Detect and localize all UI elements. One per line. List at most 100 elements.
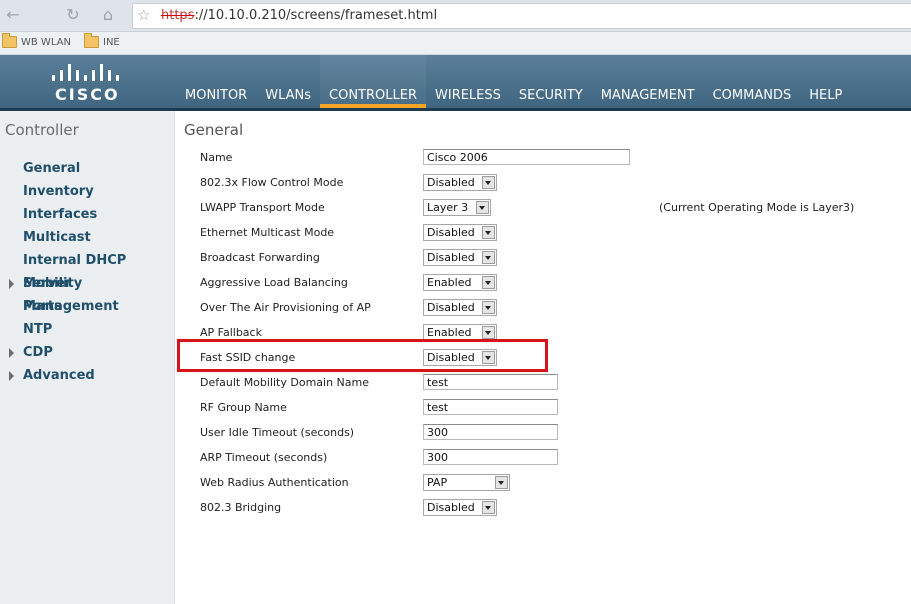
reload-icon[interactable]: ↻ (63, 5, 83, 25)
bookmark-star-icon[interactable]: ☆ (137, 6, 150, 24)
bookmark-folder-wb-wlan[interactable]: WB WLAN (2, 33, 71, 48)
aggressive-load-balancing-select[interactable]: Enabled (423, 274, 497, 291)
form-row-ethernet-multicast: Ethernet Multicast Mode Disabled (175, 221, 911, 246)
form-row-name: Name Cisco 2006 (175, 146, 911, 171)
name-input[interactable]: Cisco 2006 (423, 149, 630, 165)
default-mobility-domain-input[interactable]: test (423, 374, 558, 390)
field-label: ARP Timeout (seconds) (200, 451, 328, 464)
home-icon[interactable]: ⌂ (98, 5, 118, 25)
flow-control-select[interactable]: Disabled (423, 174, 497, 191)
form-row-ota-provisioning: Over The Air Provisioning of AP Disabled (175, 296, 911, 321)
field-label: Broadcast Forwarding (200, 251, 320, 264)
rf-group-name-input[interactable]: test (423, 399, 558, 415)
form-row-flow-control: 802.3x Flow Control Mode Disabled (175, 171, 911, 196)
ota-provisioning-select[interactable]: Disabled (423, 299, 497, 316)
dropdown-arrow-icon (482, 501, 495, 514)
form-row-user-idle-timeout: User Idle Timeout (seconds) 300 (175, 421, 911, 446)
bookmarks-bar: WB WLAN INE (0, 32, 911, 55)
field-label: 802.3x Flow Control Mode (200, 176, 344, 189)
select-value: Disabled (427, 501, 475, 514)
field-label: RF Group Name (200, 401, 287, 414)
lwapp-transport-select[interactable]: Layer 3 (423, 199, 491, 216)
form-row-arp-timeout: ARP Timeout (seconds) 300 (175, 446, 911, 471)
app-header: CISCO MONITOR WLANs CONTROLLER WIRELESS … (0, 55, 911, 111)
sidebar-item-interfaces[interactable]: Interfaces (0, 203, 174, 226)
address-bar[interactable]: ☆ https://10.10.0.210/screens/frameset.h… (132, 3, 911, 29)
cisco-logo-text: CISCO (55, 85, 120, 104)
expand-triangle-icon (9, 279, 14, 289)
field-label: 802.3 Bridging (200, 501, 282, 514)
cisco-logo: CISCO (46, 61, 122, 105)
url-path: ://10.10.0.210/screens/frameset.html (194, 8, 438, 23)
form-row-default-mobility-domain: Default Mobility Domain Name test (175, 371, 911, 396)
select-value: Enabled (427, 326, 472, 339)
sidebar-item-label: Advanced (23, 368, 95, 383)
form-row-8023-bridging: 802.3 Bridging Disabled (175, 496, 911, 521)
dropdown-arrow-icon (482, 226, 495, 239)
select-value: Disabled (427, 176, 475, 189)
form-row-broadcast-forwarding: Broadcast Forwarding Disabled (175, 246, 911, 271)
menu-commands[interactable]: COMMANDS (704, 55, 801, 108)
sidebar-item-label: NTP (23, 322, 53, 337)
select-value: Layer 3 (427, 201, 469, 214)
main-menu: MONITOR WLANs CONTROLLER WIRELESS SECURI… (176, 55, 851, 108)
field-label: AP Fallback (200, 326, 262, 339)
form-row-aggressive-load-balancing: Aggressive Load Balancing Enabled (175, 271, 911, 296)
field-label: Default Mobility Domain Name (200, 376, 370, 389)
menu-monitor[interactable]: MONITOR (176, 55, 256, 108)
menu-management[interactable]: MANAGEMENT (592, 55, 704, 108)
select-value: Disabled (427, 301, 475, 314)
select-value: Disabled (427, 226, 475, 239)
expand-triangle-icon (9, 371, 14, 381)
menu-help[interactable]: HELP (800, 55, 851, 108)
dropdown-arrow-icon (482, 301, 495, 314)
folder-icon (2, 33, 17, 48)
field-label: Aggressive Load Balancing (200, 276, 348, 289)
sidebar-item-inventory[interactable]: Inventory (0, 180, 174, 203)
field-label: Web Radius Authentication (200, 476, 349, 489)
form-row-web-radius-auth: Web Radius Authentication PAP (175, 471, 911, 496)
expand-triangle-icon (9, 348, 14, 358)
sidebar-item-ports[interactable]: Ports (0, 295, 174, 318)
url-text: https://10.10.0.210/screens/frameset.htm… (161, 8, 437, 23)
bookmark-label: WB WLAN (21, 36, 71, 48)
dropdown-arrow-icon (482, 276, 495, 289)
bridging-select[interactable]: Disabled (423, 499, 497, 516)
sidebar-item-general[interactable]: General (0, 157, 174, 180)
menu-wireless[interactable]: WIRELESS (426, 55, 510, 108)
sidebar: Controller General Inventory Interfaces … (0, 111, 175, 604)
folder-icon (84, 33, 99, 48)
form-row-rf-group-name: RF Group Name test (175, 396, 911, 421)
dropdown-arrow-icon (482, 251, 495, 264)
page-title: General (184, 121, 244, 139)
menu-security[interactable]: SECURITY (510, 55, 592, 108)
sidebar-item-label: CDP (23, 345, 53, 360)
dropdown-arrow-icon (495, 476, 508, 489)
field-label: Over The Air Provisioning of AP (200, 301, 371, 314)
menu-controller[interactable]: CONTROLLER (320, 55, 426, 108)
cisco-logo-bars-icon (50, 63, 119, 81)
web-radius-auth-select[interactable]: PAP (423, 474, 510, 491)
broadcast-forwarding-select[interactable]: Disabled (423, 249, 497, 266)
sidebar-item-multicast[interactable]: Multicast (0, 226, 174, 249)
back-arrow-icon[interactable]: ← (3, 5, 23, 25)
sidebar-title: Controller (5, 121, 79, 139)
bookmark-folder-ine[interactable]: INE (84, 33, 120, 48)
sidebar-item-internal-dhcp-server[interactable]: Internal DHCP Server (0, 249, 174, 291)
user-idle-timeout-input[interactable]: 300 (423, 424, 558, 440)
ethernet-multicast-select[interactable]: Disabled (423, 224, 497, 241)
field-label: LWAPP Transport Mode (200, 201, 325, 214)
bookmark-label: INE (103, 36, 120, 48)
menu-wlans[interactable]: WLANs (256, 55, 320, 108)
field-label: Ethernet Multicast Mode (200, 226, 335, 239)
sidebar-item-cdp[interactable]: CDP (0, 341, 174, 364)
field-label: User Idle Timeout (seconds) (200, 426, 355, 439)
sidebar-item-ntp[interactable]: NTP (0, 318, 174, 341)
sidebar-item-mobility-management[interactable]: Mobility Management (0, 272, 174, 314)
dropdown-arrow-icon (482, 176, 495, 189)
operating-mode-note: (Current Operating Mode is Layer3) (659, 201, 855, 214)
arp-timeout-input[interactable]: 300 (423, 449, 558, 465)
select-value: Enabled (427, 276, 472, 289)
sidebar-item-advanced[interactable]: Advanced (0, 364, 174, 387)
sidebar-item-label: Inventory (23, 184, 94, 199)
